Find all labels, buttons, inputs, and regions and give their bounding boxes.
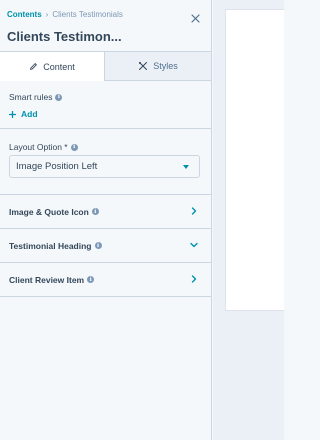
pencil-icon bbox=[30, 63, 38, 70]
accordion-label: Image & Quote Icon bbox=[9, 206, 89, 217]
accordion-client-review-item[interactable]: Client Review Item i bbox=[0, 263, 212, 297]
info-icon[interactable]: i bbox=[55, 93, 63, 101]
chevron-down-icon bbox=[190, 242, 198, 248]
preview-card bbox=[225, 9, 284, 311]
chevron-right-icon bbox=[191, 275, 197, 283]
plus-icon bbox=[9, 110, 16, 118]
chevron-right-icon bbox=[191, 207, 197, 215]
page-title: Clients Testimon... bbox=[7, 29, 122, 44]
breadcrumb: Contents › Clients Testimonials bbox=[7, 10, 123, 19]
breadcrumb-current: Clients Testimonials bbox=[52, 10, 123, 19]
info-icon[interactable]: i bbox=[91, 208, 99, 215]
info-icon[interactable]: i bbox=[87, 276, 95, 283]
close-button[interactable] bbox=[188, 11, 202, 25]
layout-option-value: Image Position Left bbox=[16, 161, 98, 172]
add-smart-rule-button[interactable]: Add bbox=[9, 109, 38, 119]
panel-header: Contents › Clients Testimonials Clients … bbox=[0, 0, 211, 52]
smart-rules-section bbox=[0, 81, 211, 129]
info-icon[interactable]: i bbox=[70, 143, 78, 151]
smart-rules-label: Smart rules bbox=[9, 92, 53, 102]
layout-option-label-row: Layout Option * i bbox=[9, 142, 78, 152]
layout-option-select[interactable]: Image Position Left bbox=[9, 155, 200, 178]
chevron-down-icon bbox=[183, 165, 189, 169]
accordion-testimonial-heading[interactable]: Testimonial Heading i bbox=[0, 229, 212, 263]
tab-styles-label: Styles bbox=[153, 61, 178, 71]
layout-option-label: Layout Option * bbox=[9, 142, 68, 152]
brush-icon bbox=[139, 62, 148, 70]
editor-panel: Contents › Clients Testimonials Clients … bbox=[0, 0, 212, 440]
tab-content[interactable]: Content bbox=[0, 52, 105, 81]
tab-styles[interactable]: Styles bbox=[105, 52, 211, 80]
close-icon bbox=[190, 13, 200, 23]
accordion-label: Testimonial Heading bbox=[9, 240, 92, 251]
breadcrumb-contents-link[interactable]: Contents bbox=[7, 10, 42, 19]
smart-rules-label-row: Smart rules i bbox=[9, 92, 63, 102]
add-smart-rule-label: Add bbox=[21, 109, 38, 119]
accordion-label: Client Review Item bbox=[9, 274, 85, 285]
info-icon[interactable]: i bbox=[94, 242, 102, 249]
tab-content-label: Content bbox=[43, 61, 75, 72]
accordion-image-quote-icon[interactable]: Image & Quote Icon i bbox=[0, 195, 212, 229]
breadcrumb-separator: › bbox=[45, 10, 49, 19]
tab-bar: Content Styles bbox=[0, 52, 211, 81]
